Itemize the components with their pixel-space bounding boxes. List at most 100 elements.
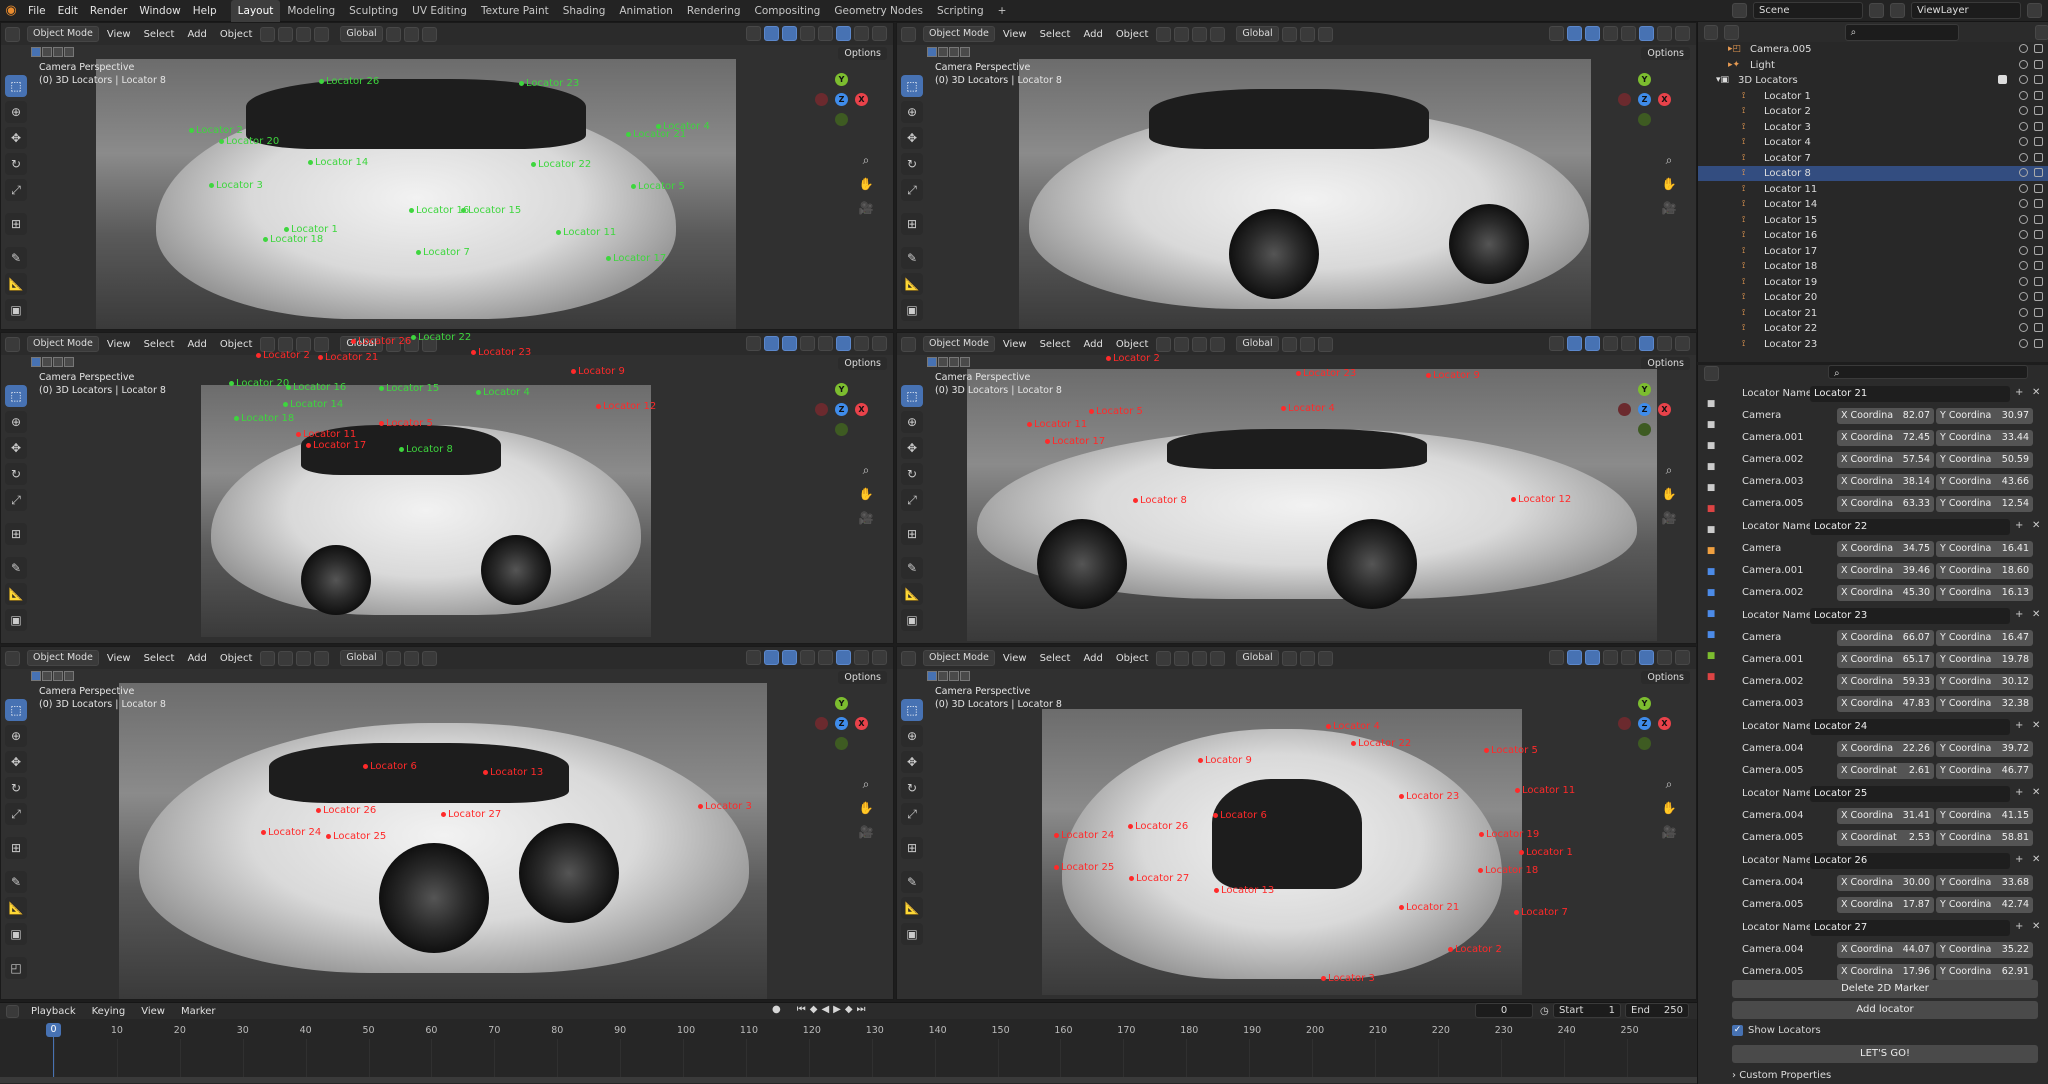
solid-icon[interactable]: [836, 650, 851, 665]
pivot-icon[interactable]: [1281, 26, 1297, 42]
overlays-icon[interactable]: [1585, 650, 1600, 665]
material-icon[interactable]: [854, 336, 869, 351]
y-coordinate-field[interactable]: Y Coordina 58.81: [1936, 830, 2033, 846]
render-icon[interactable]: [2034, 261, 2043, 270]
tab-shading[interactable]: Shading: [556, 0, 613, 22]
eye-icon[interactable]: [2019, 230, 2028, 239]
visibility-icon[interactable]: [746, 26, 761, 41]
pan-hand-icon[interactable]: ✋: [857, 485, 875, 503]
gizmo-toggle-icon[interactable]: [764, 336, 779, 351]
add-cube-icon[interactable]: ▣: [901, 299, 923, 321]
menu-object[interactable]: Object: [215, 339, 258, 350]
scale-icon[interactable]: ⤢: [901, 489, 923, 511]
y-coordinate-field[interactable]: Y Coordina 33.44: [1936, 430, 2033, 446]
overlays-icon[interactable]: [1585, 26, 1600, 41]
y-coordinate-field[interactable]: Y Coordina 30.12: [1936, 674, 2033, 690]
y-coordinate-field[interactable]: Y Coordina 12.54: [1936, 496, 2033, 512]
current-frame-field[interactable]: 0: [1475, 1003, 1533, 1018]
y-axis-icon[interactable]: Y: [835, 73, 848, 86]
menu-edit[interactable]: Edit: [52, 0, 84, 22]
outliner-item[interactable]: ⟟ Locator 15: [1698, 213, 2048, 228]
falloff-icon[interactable]: [1317, 650, 1333, 666]
measure-icon[interactable]: 📐: [901, 897, 923, 919]
xray-icon[interactable]: [800, 336, 815, 351]
x-coordinate-field[interactable]: X Coordina 47.83: [1837, 696, 1934, 712]
gizmo-toggle-icon[interactable]: [1567, 26, 1582, 41]
eye-icon[interactable]: [2019, 199, 2028, 208]
editor-type-icon[interactable]: [1704, 24, 1719, 40]
outliner-item[interactable]: ⟟ Locator 4: [1698, 135, 2048, 150]
menu-select[interactable]: Select: [139, 653, 180, 664]
mode-selector[interactable]: Object Mode: [27, 336, 99, 352]
select-new-icon[interactable]: [927, 671, 937, 681]
locator-marker[interactable]: Locator 11: [1027, 419, 1087, 430]
outliner-item[interactable]: ▸◰ Camera.005: [1698, 42, 2048, 57]
x-coordinate-field[interactable]: X Coordina 82.07: [1837, 408, 1934, 424]
navigation-gizmo[interactable]: YXZ: [1618, 697, 1678, 757]
material-icon[interactable]: [854, 26, 869, 41]
y-axis-icon[interactable]: Y: [1638, 73, 1651, 86]
locator-marker[interactable]: Locator 26: [351, 336, 411, 347]
x-axis-icon[interactable]: X: [855, 403, 868, 416]
eye-icon[interactable]: [2019, 261, 2028, 270]
select-invert-icon[interactable]: [960, 671, 970, 681]
select-subtract-icon[interactable]: [949, 671, 959, 681]
outliner-item[interactable]: ⟟ Locator 20: [1698, 290, 2048, 305]
select-box-icon[interactable]: ⬚: [5, 385, 27, 407]
menu-add[interactable]: Add: [1078, 29, 1107, 40]
transform-icon[interactable]: ⊞: [5, 213, 27, 235]
editor-type-icon[interactable]: [5, 650, 20, 666]
output-tab-icon[interactable]: ■: [1702, 437, 1720, 455]
x-coordinate-field[interactable]: X Coordina 39.46: [1837, 563, 1934, 579]
add-icon[interactable]: +: [2015, 520, 2023, 531]
neg-y-icon[interactable]: [835, 113, 848, 126]
timeline-menu-view[interactable]: View: [133, 1006, 173, 1017]
clock-icon[interactable]: [6, 1004, 19, 1018]
camera-view-icon[interactable]: 🎥: [857, 823, 875, 841]
pin-icon[interactable]: [1869, 3, 1884, 18]
camera-view-icon[interactable]: 🎥: [857, 199, 875, 217]
select-invert-icon[interactable]: [64, 357, 74, 367]
snap-toggle-icon[interactable]: [403, 650, 419, 666]
y-axis-icon[interactable]: Y: [1638, 383, 1651, 396]
select-extend-icon[interactable]: [42, 47, 52, 57]
locator-marker[interactable]: Locator 20: [229, 378, 289, 389]
x-axis-icon[interactable]: X: [1658, 403, 1671, 416]
editor-type-icon[interactable]: [1704, 366, 1719, 381]
select-invert-icon[interactable]: [960, 357, 970, 367]
zoom-icon[interactable]: ⌕: [857, 151, 875, 169]
locator-marker[interactable]: Locator 11: [296, 429, 356, 440]
locator-name-input[interactable]: Locator 25: [1810, 786, 2010, 802]
remove-icon[interactable]: ✕: [2032, 720, 2040, 731]
locator-marker[interactable]: Locator 14: [283, 399, 343, 410]
tab-layout[interactable]: Layout: [230, 0, 281, 22]
z-axis-icon[interactable]: Z: [835, 403, 848, 416]
proportional-icon[interactable]: [1192, 650, 1208, 666]
viewport-5[interactable]: Object Mode View Select Add Object Global Opti…: [0, 646, 894, 1000]
z-axis-icon[interactable]: Z: [835, 93, 848, 106]
locator-marker[interactable]: Locator 18: [263, 234, 323, 245]
locator-marker[interactable]: Locator 17: [306, 440, 366, 451]
world-tab-icon[interactable]: ■: [1702, 500, 1720, 518]
tab-texture-paint[interactable]: Texture Paint: [474, 0, 556, 22]
locator-name-input[interactable]: Locator 27: [1810, 920, 2010, 936]
display-mode-icon[interactable]: [1724, 24, 1739, 40]
wireframe-icon[interactable]: [818, 650, 833, 665]
transform-icon[interactable]: ⊞: [901, 213, 923, 235]
move-icon[interactable]: ✥: [5, 437, 27, 459]
y-coordinate-field[interactable]: Y Coordina 16.13: [1936, 585, 2033, 601]
scale-icon[interactable]: ⤢: [5, 489, 27, 511]
eye-icon[interactable]: [2019, 90, 2028, 100]
locator-marker[interactable]: Locator 23: [1399, 791, 1459, 802]
solid-icon[interactable]: [1639, 26, 1654, 41]
rotate-icon[interactable]: ↻: [901, 777, 923, 799]
render-icon[interactable]: [2034, 245, 2043, 255]
zoom-icon[interactable]: ⌕: [1660, 775, 1678, 793]
timeline-menu-playback[interactable]: Playback: [23, 1006, 84, 1017]
eye-icon[interactable]: [2019, 168, 2028, 177]
rendered-icon[interactable]: [1675, 26, 1690, 41]
falloff-icon[interactable]: [421, 650, 437, 666]
render-icon[interactable]: [2034, 137, 2043, 146]
orientation-selector[interactable]: Global: [1236, 26, 1279, 42]
locator-marker[interactable]: Locator 11: [1515, 785, 1575, 796]
